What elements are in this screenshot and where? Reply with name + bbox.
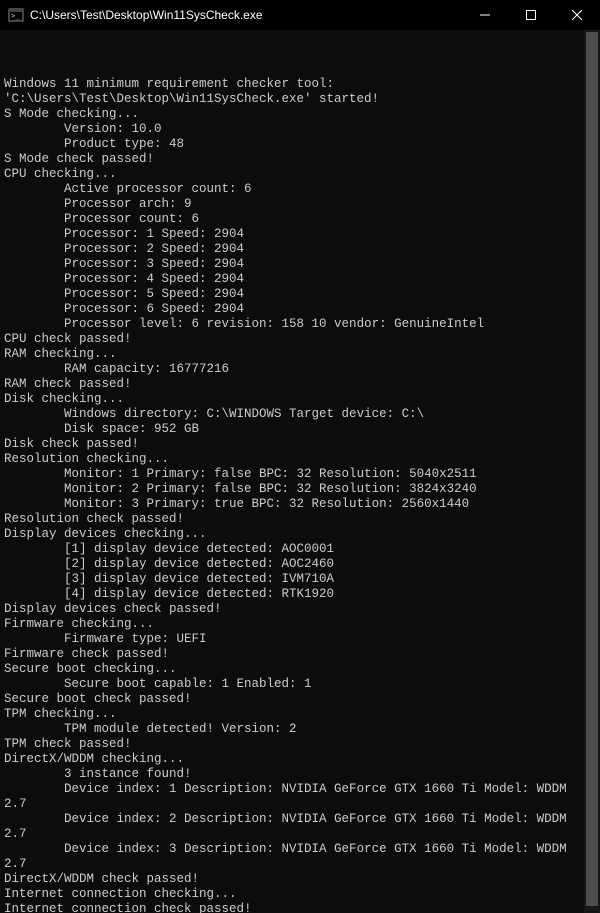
window-controls bbox=[462, 0, 600, 30]
maximize-button[interactable] bbox=[508, 0, 554, 30]
scrollbar-thumb[interactable] bbox=[586, 32, 598, 906]
svg-text:>_: >_ bbox=[11, 12, 20, 20]
app-icon: >_ bbox=[8, 7, 24, 23]
titlebar-left: >_ C:\Users\Test\Desktop\Win11SysCheck.e… bbox=[8, 7, 263, 23]
window-titlebar[interactable]: >_ C:\Users\Test\Desktop\Win11SysCheck.e… bbox=[0, 0, 600, 30]
close-button[interactable] bbox=[554, 0, 600, 30]
minimize-button[interactable] bbox=[462, 0, 508, 30]
window-title: C:\Users\Test\Desktop\Win11SysCheck.exe bbox=[30, 8, 263, 22]
console-output[interactable]: Windows 11 minimum requirement checker t… bbox=[0, 30, 600, 913]
console-text: Windows 11 minimum requirement checker t… bbox=[4, 77, 596, 913]
scrollbar-track[interactable] bbox=[584, 30, 600, 913]
